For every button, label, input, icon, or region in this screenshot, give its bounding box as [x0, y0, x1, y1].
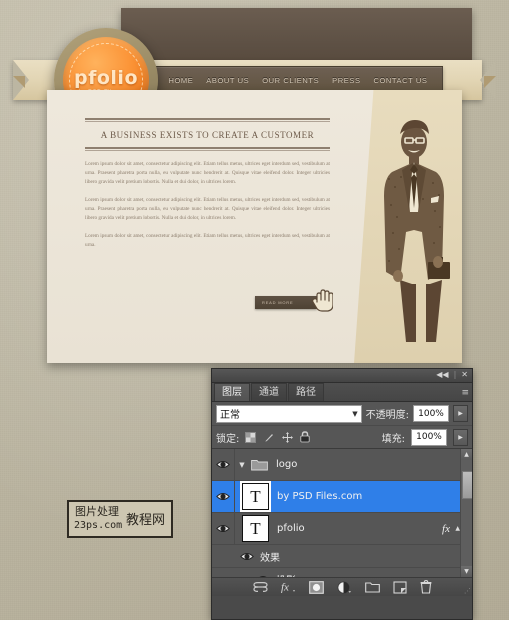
eye-icon: [216, 525, 230, 532]
adjustment-layer-icon[interactable]: [337, 581, 352, 594]
tab-layers[interactable]: 图层: [214, 383, 250, 401]
panel-titlebar: ◀◀ | ✕: [212, 369, 472, 383]
panel-menu-icon[interactable]: ≡: [461, 388, 468, 398]
article-paragraph-1: Lorem ipsum dolor sit amet, consectetur …: [85, 161, 330, 185]
watermark-line-2: 23ps.com: [74, 520, 123, 531]
titlebar-separator: |: [453, 370, 457, 379]
vintage-man-illustration: [384, 120, 450, 342]
lock-icon-group: [245, 431, 310, 443]
delete-layer-icon[interactable]: [420, 580, 432, 594]
opacity-label: 不透明度:: [365, 410, 409, 421]
article-paragraph-2: Lorem ipsum dolor sit amet, consectetur …: [85, 197, 330, 221]
add-layer-mask-icon[interactable]: [308, 580, 324, 594]
panel-titlebar-buttons: ◀◀ | ✕: [436, 370, 468, 379]
group-disclosure-triangle-icon[interactable]: ▼: [235, 461, 249, 469]
opacity-input[interactable]: 100%: [413, 405, 449, 422]
layer-name-effects: 效果: [260, 552, 280, 564]
headline-rule-bottom-thin: [85, 150, 330, 151]
headline-rule-bottom: [85, 147, 330, 149]
headline-rule-top: [85, 118, 330, 120]
layer-visibility-toggle-logo[interactable]: [212, 449, 235, 480]
brush-lock-icon[interactable]: [263, 432, 275, 443]
screen-root: HOME ABOUT US OUR CLIENTS PRESS CONTACT …: [0, 0, 509, 620]
layer-row-pfolio[interactable]: T pfolio fx ▲: [212, 513, 472, 545]
headline-rule-top-thin: [85, 121, 330, 122]
link-layers-icon[interactable]: [252, 582, 268, 592]
resize-grip-icon[interactable]: ⋰: [464, 587, 471, 595]
read-more-label: READ MORE: [262, 300, 294, 305]
all-lock-icon[interactable]: [300, 431, 310, 443]
panel-tabs: 图层 通道 路径 ≡: [212, 383, 472, 402]
article-headline: A BUSINESS EXISTS TO CREATE A CUSTOMER: [100, 130, 315, 140]
lock-fill-row: 锁定: 填充: 100% ▶: [212, 426, 472, 449]
layer-style-fx-icon[interactable]: fx: [281, 581, 296, 593]
layers-list[interactable]: ▼ logo T by PSD Files.com T pfolio fx ▲ …: [212, 449, 472, 577]
move-lock-icon[interactable]: [282, 431, 294, 443]
blend-mode-select[interactable]: 正常 ▼: [216, 404, 362, 423]
svg-text:fx: fx: [281, 582, 289, 594]
read-more-button[interactable]: READ MORE: [255, 296, 317, 309]
layer-name-logo: logo: [276, 459, 298, 470]
new-layer-icon[interactable]: [392, 580, 407, 594]
layer-visibility-toggle-pfolio[interactable]: [212, 513, 235, 544]
nav-item-press[interactable]: PRESS: [332, 76, 360, 85]
layers-scrollbar[interactable]: ▲ ▼: [460, 449, 472, 577]
panel-body: 正常 ▼ 不透明度: 100% ▶ 锁定: 填充: 100% ▶ ▼ logo …: [212, 402, 472, 596]
scroll-down-arrow-icon[interactable]: ▼: [461, 566, 472, 577]
layer-thumbnail-pfolio[interactable]: T: [242, 515, 269, 542]
article-block: A BUSINESS EXISTS TO CREATE A CUSTOMER L…: [85, 118, 330, 255]
scrollbar-thumb[interactable]: [462, 471, 472, 499]
opacity-stepper[interactable]: ▶: [453, 405, 468, 422]
close-panel-icon[interactable]: ✕: [461, 370, 468, 379]
layer-thumbnail-by-psd-files[interactable]: T: [242, 483, 269, 510]
scroll-up-arrow-icon[interactable]: ▲: [461, 449, 472, 460]
layer-name-pfolio: pfolio: [277, 523, 305, 534]
nav-item-our-clients[interactable]: OUR CLIENTS: [262, 76, 319, 85]
nav-item-home[interactable]: HOME: [168, 76, 193, 85]
hero-photo-panel: [354, 90, 462, 363]
folder-icon: [251, 460, 268, 471]
photoshop-layers-panel: ◀◀ | ✕ 图层 通道 路径 ≡ 正常 ▼ 不透明度: 100% ▶ 锁定: …: [211, 368, 473, 620]
eye-icon: [216, 461, 230, 468]
eye-icon: [216, 493, 230, 500]
layer-row-by-psd-files[interactable]: T by PSD Files.com: [212, 481, 472, 513]
transparency-lock-icon[interactable]: [245, 431, 257, 443]
collapse-panel-icon[interactable]: ◀◀: [436, 370, 448, 379]
layer-fx-icon[interactable]: fx: [442, 523, 450, 535]
nav-item-about-us[interactable]: ABOUT US: [206, 76, 249, 85]
blend-opacity-row: 正常 ▼ 不透明度: 100% ▶: [212, 402, 472, 426]
tab-paths[interactable]: 路径: [288, 383, 324, 401]
watermark-line-1: 图片处理: [75, 505, 119, 518]
watermark-overlay-text: 教程网: [126, 513, 166, 528]
eye-icon[interactable]: [240, 551, 254, 562]
layer-visibility-toggle-by-psd-files[interactable]: [212, 481, 235, 512]
logo-wordmark: pfolio: [74, 67, 138, 89]
fill-label: 填充:: [381, 433, 405, 445]
fill-input[interactable]: 100%: [411, 428, 447, 446]
panel-footer-toolbar: fx ⋰: [212, 577, 472, 596]
fill-stepper[interactable]: ▶: [453, 428, 468, 446]
layer-row-group-logo[interactable]: ▼ logo: [212, 449, 472, 481]
watermark-box: 图片处理 23ps.com 教程网: [67, 500, 173, 538]
website-mockup: HOME ABOUT US OUR CLIENTS PRESS CONTACT …: [13, 8, 496, 363]
blend-mode-value: 正常: [220, 410, 240, 421]
article-paragraph-3: Lorem ipsum dolor sit amet, consectetur …: [85, 233, 330, 248]
site-content-panel: A BUSINESS EXISTS TO CREATE A CUSTOMER L…: [47, 90, 462, 363]
chevron-down-icon: ▼: [352, 409, 358, 418]
new-group-icon[interactable]: [364, 581, 380, 593]
nav-item-contact-us[interactable]: CONTACT US: [373, 76, 427, 85]
layer-name-by-psd-files: by PSD Files.com: [277, 491, 363, 502]
layer-row-effects[interactable]: 效果: [212, 545, 472, 568]
hand-cursor-icon: [312, 289, 333, 312]
layer-row-drop-shadow[interactable]: 投影: [212, 568, 472, 577]
tab-channels[interactable]: 通道: [251, 383, 287, 401]
lock-label: 锁定:: [216, 433, 240, 445]
